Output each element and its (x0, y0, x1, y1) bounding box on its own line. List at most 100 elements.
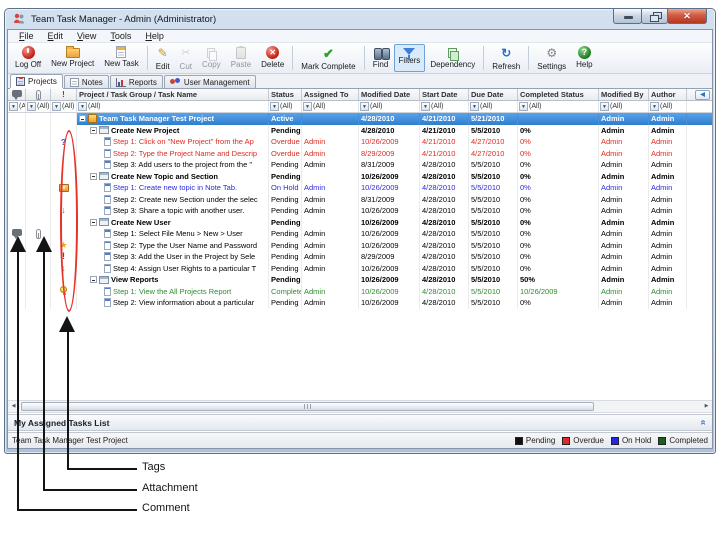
expander-icon[interactable] (90, 127, 97, 134)
filter-dropdown-icon[interactable]: ▼ (519, 102, 528, 111)
project-row[interactable]: Team Task Manager Test ProjectActive4/28… (8, 113, 712, 125)
filter-assigned[interactable]: ▼(All) (302, 101, 359, 112)
column-header-due[interactable]: Due Date (469, 89, 518, 100)
cell-comment (8, 159, 26, 171)
filter-dropdown-icon[interactable]: ▼ (421, 102, 430, 111)
toolbar-button-copy[interactable]: Copy (197, 44, 226, 72)
filter-tags[interactable]: ▼(All) (51, 101, 77, 112)
toolbar-button-delete[interactable]: Delete (256, 44, 289, 72)
toolbar-button-dependency[interactable]: Dependency (425, 44, 480, 72)
filter-value: (All) (480, 103, 492, 110)
cell-author: Admin (649, 240, 687, 252)
filter-completed[interactable]: ▼(All) (518, 101, 599, 112)
group-row[interactable]: View ReportsPending10/26/20094/28/20105/… (8, 274, 712, 286)
menu-tools[interactable]: Tools (103, 31, 138, 41)
filter-dropdown-icon[interactable]: ▼ (52, 102, 61, 111)
collapse-grid-button[interactable]: ◀ (695, 90, 710, 100)
toolbar-button-paste[interactable]: Paste (226, 44, 256, 72)
filter-dropdown-icon[interactable]: ▼ (303, 102, 312, 111)
scroll-right-arrow-icon[interactable]: ▶ (701, 401, 712, 412)
filter-attachment[interactable]: ▼(All) (26, 101, 51, 112)
tab-reports[interactable]: Reports (110, 75, 163, 88)
minimize-button[interactable] (613, 9, 642, 24)
horizontal-scrollbar[interactable]: ◀ ▶ (8, 400, 712, 413)
column-header-attachment[interactable] (26, 89, 51, 100)
toolbar-button-help[interactable]: Help (571, 44, 597, 72)
expander-icon[interactable] (79, 115, 86, 122)
restore-button[interactable] (641, 9, 668, 24)
title-bar[interactable]: Team Task Manager - Admin (Administrator… (5, 9, 715, 29)
expand-panel-chevron-icon[interactable]: » (698, 420, 709, 426)
tab-projects[interactable]: Projects (10, 74, 63, 88)
expander-icon[interactable] (90, 276, 97, 283)
filter-dropdown-icon[interactable]: ▼ (9, 102, 18, 111)
menu-edit[interactable]: Edit (41, 31, 71, 41)
expander-icon[interactable] (90, 173, 97, 180)
toolbar-button-new-project[interactable]: New Project (46, 44, 99, 72)
toolbar-button-find[interactable]: Find (368, 44, 394, 72)
task-row[interactable]: Step 1: Create new topic in Note Tab.On … (8, 182, 712, 194)
filter-dropdown-icon[interactable]: ▼ (78, 102, 87, 111)
toolbar-button-log-off[interactable]: Log Off (10, 44, 46, 72)
menu-file[interactable]: File (12, 31, 41, 41)
task-row[interactable]: ?Step 1: Click on "New Project" from the… (8, 136, 712, 148)
filter-start[interactable]: ▼(All) (420, 101, 469, 112)
column-header-name[interactable]: Project / Task Group / Task Name (77, 89, 269, 100)
column-header-completed[interactable]: Completed Status (518, 89, 599, 100)
filter-modified[interactable]: ▼(All) (359, 101, 420, 112)
column-header-modified_by[interactable]: Modified By (599, 89, 649, 100)
task-icon (104, 264, 111, 273)
filter-dropdown-icon[interactable]: ▼ (270, 102, 279, 111)
column-header-author[interactable]: Author (649, 89, 687, 100)
task-row[interactable]: Step 3: Add users to the project from th… (8, 159, 712, 171)
cell-assigned: Admin (302, 148, 359, 160)
filter-status[interactable]: ▼(All) (269, 101, 302, 112)
expander-icon[interactable] (90, 219, 97, 226)
column-header-comment[interactable] (8, 89, 26, 100)
group-row[interactable]: Create New UserPending10/26/20094/28/201… (8, 217, 712, 229)
toolbar-button-mark-complete[interactable]: ✔Mark Complete (296, 44, 360, 72)
toolbar-button-cut[interactable]: ✂Cut (175, 44, 197, 72)
toolbar-button-filters[interactable]: Filters (394, 44, 426, 72)
column-header-assigned[interactable]: Assigned To (302, 89, 359, 100)
column-header-start[interactable]: Start Date (420, 89, 469, 100)
toolbar-button-new-task[interactable]: New Task (99, 44, 144, 72)
task-row[interactable]: ↓Step 4: Assign User Rights to a particu… (8, 263, 712, 275)
scrollbar-track[interactable] (19, 401, 701, 412)
column-header-status[interactable]: Status (269, 89, 302, 100)
task-row[interactable]: Step 1: Select File Menu > New > UserPen… (8, 228, 712, 240)
task-row[interactable]: !Step 3: Add the User in the Project by … (8, 251, 712, 263)
filter-modified_by[interactable]: ▼(All) (599, 101, 649, 112)
filter-dropdown-icon[interactable]: ▼ (470, 102, 479, 111)
column-header-tags[interactable]: ! (51, 89, 77, 100)
menu-help[interactable]: Help (138, 31, 171, 41)
menu-view[interactable]: View (70, 31, 103, 41)
filter-dropdown-icon[interactable]: ▼ (650, 102, 659, 111)
filter-author[interactable]: ▼(All) (649, 101, 687, 112)
task-row[interactable]: Step 2: Create new Section under the sel… (8, 194, 712, 206)
column-header-modified[interactable]: Modified Date (359, 89, 420, 100)
group-row[interactable]: Create New Topic and SectionPending10/26… (8, 171, 712, 183)
filter-dropdown-icon[interactable]: ▼ (360, 102, 369, 111)
tab-notes[interactable]: Notes (64, 75, 109, 88)
filter-name[interactable]: ▼(All) (77, 101, 269, 112)
scrollbar-thumb[interactable] (21, 402, 594, 411)
task-row[interactable]: ↓Step 3: Share a topic with another user… (8, 205, 712, 217)
group-row[interactable]: Create New ProjectPending4/28/20104/21/2… (8, 125, 712, 137)
task-row[interactable]: Step 1: View the All Projects ReportComp… (8, 286, 712, 298)
filter-dropdown-icon[interactable]: ▼ (27, 102, 36, 111)
tab-user-management[interactable]: User Management (164, 75, 256, 88)
toolbar-button-refresh[interactable]: ↻Refresh (487, 44, 525, 72)
task-row[interactable]: ★Step 2: Type the User Name and Password… (8, 240, 712, 252)
task-row[interactable]: Step 2: View information about a particu… (8, 297, 712, 309)
filter-comment[interactable]: ▼(All) (8, 101, 26, 112)
task-row[interactable]: Step 2: Type the Project Name and Descri… (8, 148, 712, 160)
filter-due[interactable]: ▼(All) (469, 101, 518, 112)
filter-dropdown-icon[interactable]: ▼ (600, 102, 609, 111)
assigned-tasks-panel-bar[interactable]: My Assigned Tasks List » (8, 414, 712, 431)
toolbar-button-edit[interactable]: ✎Edit (151, 44, 175, 72)
close-button[interactable] (667, 9, 707, 24)
cell-author: Admin (649, 297, 687, 309)
cell-status: Pending (269, 205, 302, 217)
toolbar-button-settings[interactable]: ⚙Settings (532, 44, 571, 72)
